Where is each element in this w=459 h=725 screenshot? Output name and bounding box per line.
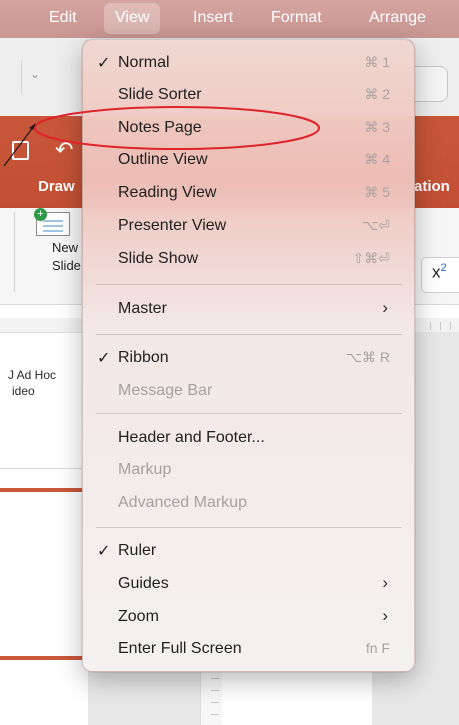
menu-separator: [96, 413, 402, 414]
menu-view[interactable]: View: [104, 3, 161, 34]
menu-item-advanced-markup: Advanced Markup: [118, 494, 247, 511]
toolbar-divider: [21, 60, 22, 94]
checkmark-icon: ✓: [97, 350, 111, 367]
menu-item-slide-sorter[interactable]: Slide Sorter ⌘ 2: [83, 80, 414, 112]
menu-bar: Edit View Insert Format Arrange: [0, 0, 459, 38]
tab-animations[interactable]: ation: [414, 178, 450, 195]
new-slide-label-2[interactable]: Slide: [52, 258, 81, 273]
menu-item-markup: Markup: [118, 461, 172, 478]
menu-item-slide-show[interactable]: Slide Show ⇧⌘⏎: [83, 244, 414, 276]
shortcut: ⌘ 4: [364, 151, 390, 167]
menu-item-ruler[interactable]: ✓ Ruler: [83, 536, 414, 568]
menu-item-guides[interactable]: Guides ›: [83, 569, 414, 601]
ribbon-divider: [14, 212, 15, 292]
menu-item-master[interactable]: Master ›: [83, 294, 414, 326]
menu-separator: [96, 527, 402, 528]
chevron-down-icon[interactable]: ⌄: [30, 67, 40, 81]
checkmark-icon: ✓: [97, 543, 111, 560]
shortcut: ⌘ 3: [364, 119, 390, 135]
menu-insert[interactable]: Insert: [193, 9, 233, 27]
checkmark-icon: ✓: [97, 55, 111, 72]
menu-separator: [96, 284, 402, 285]
chevron-right-icon: ›: [382, 606, 388, 625]
shortcut: ⇧⌘⏎: [352, 250, 390, 266]
menu-item-reading-view[interactable]: Reading View ⌘ 5: [83, 178, 414, 210]
menu-separator: [96, 334, 402, 335]
menu-item-presenter-view[interactable]: Presenter View ⌥⏎: [83, 211, 414, 243]
menu-item-message-bar: Message Bar: [118, 382, 213, 399]
menu-arrange[interactable]: Arrange: [369, 9, 426, 27]
slide-thumbnail-accent-2: [0, 656, 88, 660]
chevron-right-icon: ›: [382, 298, 388, 317]
shortcut: ⌘ 1: [364, 54, 390, 70]
menu-format[interactable]: Format: [271, 9, 322, 27]
slide-thumbnail-accent: [0, 488, 88, 492]
shortcut: ⌥⏎: [362, 217, 390, 233]
slide-caption: J Ad Hoc: [8, 368, 57, 382]
new-slide-icon[interactable]: +: [34, 208, 70, 236]
menu-edit[interactable]: Edit: [49, 9, 77, 27]
menu-item-header-footer[interactable]: Header and Footer...: [83, 423, 414, 455]
view-menu: ✓ Normal ⌘ 1 Slide Sorter ⌘ 2 Notes Page…: [82, 39, 415, 672]
shortcut: ⌥⌘ R: [345, 349, 390, 365]
new-slide-label[interactable]: New: [52, 240, 78, 255]
menu-item-ribbon[interactable]: ✓ Ribbon ⌥⌘ R: [83, 343, 414, 375]
tab-draw[interactable]: Draw: [38, 178, 75, 195]
menu-item-notes-page[interactable]: Notes Page ⌘ 3: [83, 113, 414, 145]
menu-item-outline-view[interactable]: Outline View ⌘ 4: [83, 145, 414, 177]
chevron-right-icon: ›: [382, 573, 388, 592]
shortcut: ⌘ 2: [364, 86, 390, 102]
menu-item-normal[interactable]: ✓ Normal ⌘ 1: [83, 48, 414, 80]
slide-thumbnail-panel: [0, 350, 88, 725]
shortcut: ⌘ 5: [364, 184, 390, 200]
slide-thumbnail-edge: [0, 468, 88, 469]
slide-caption-2: ideo: [12, 384, 35, 398]
superscript-icon: x2: [432, 262, 447, 282]
menu-item-enter-full-screen[interactable]: Enter Full Screen fn F: [83, 634, 414, 666]
undo-icon[interactable]: ↶: [55, 137, 73, 163]
save-icon[interactable]: [12, 141, 29, 160]
menu-item-zoom[interactable]: Zoom ›: [83, 602, 414, 634]
shortcut: fn F: [365, 640, 390, 656]
